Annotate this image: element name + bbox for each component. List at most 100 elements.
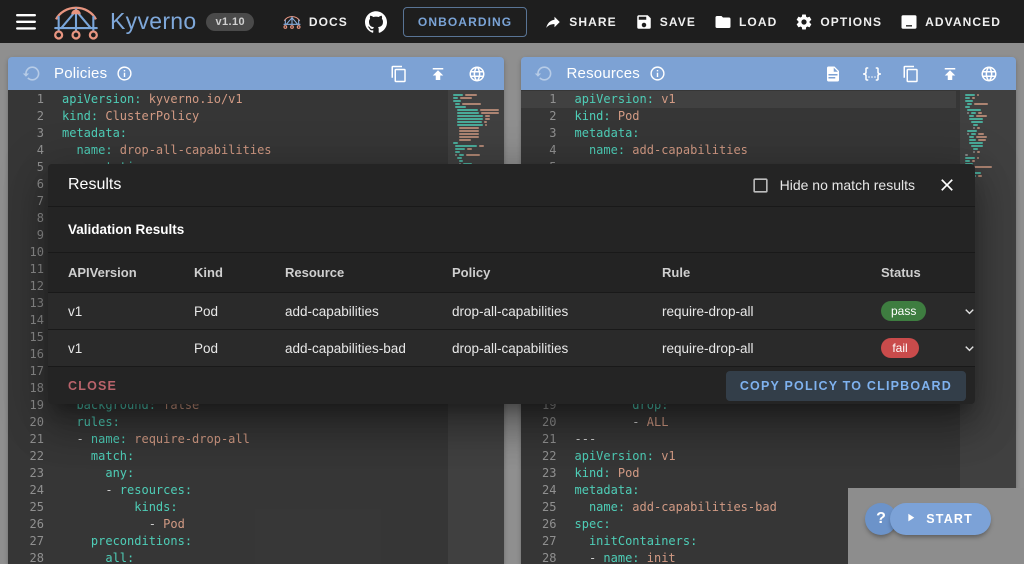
- policies-panel-header: Policies: [8, 57, 504, 90]
- code-text: - ALL: [575, 414, 669, 431]
- options-label: OPTIONS: [820, 15, 882, 29]
- code-line: 1apiVersion: kyverno.io/v1: [8, 91, 444, 108]
- load-button[interactable]: LOAD: [705, 6, 786, 38]
- line-number: 14: [8, 312, 44, 329]
- line-number: 2: [8, 108, 44, 125]
- line-number: 26: [521, 516, 557, 533]
- globe-icon[interactable]: [976, 61, 1002, 87]
- code-line: 24 - resources:: [8, 482, 444, 499]
- code-line: 20 - ALL: [521, 414, 957, 431]
- line-number: 5: [8, 159, 44, 176]
- line-number: 20: [521, 414, 557, 431]
- column-header: Resource: [285, 265, 452, 280]
- line-number: 4: [521, 142, 557, 159]
- chevron-down-icon[interactable]: [961, 340, 994, 357]
- line-number: 22: [8, 448, 44, 465]
- close-button[interactable]: CLOSE: [56, 371, 129, 401]
- cell-policy: drop-all-capabilities: [452, 304, 662, 319]
- line-number: 23: [8, 465, 44, 482]
- code-line: 21---: [521, 431, 957, 448]
- line-number: 26: [8, 516, 44, 533]
- code-line: 3metadata:: [521, 125, 957, 142]
- upload-icon[interactable]: [425, 61, 451, 87]
- code-text: - name: init: [575, 550, 676, 564]
- code-text: preconditions:: [62, 533, 192, 550]
- line-number: 10: [8, 244, 44, 261]
- globe-icon[interactable]: [464, 61, 490, 87]
- advanced-label: ADVANCED: [925, 15, 1001, 29]
- line-number: 3: [521, 125, 557, 142]
- line-number: 6: [8, 176, 44, 193]
- save-button[interactable]: SAVE: [626, 6, 705, 38]
- code-text: kinds:: [62, 499, 178, 516]
- line-number: 21: [8, 431, 44, 448]
- cell-resource: add-capabilities: [285, 304, 452, 319]
- result-row[interactable]: v1Podadd-capabilitiesdrop-all-capabiliti…: [48, 293, 975, 329]
- policies-title: Policies: [54, 65, 107, 82]
- line-number: 20: [8, 414, 44, 431]
- onboarding-label: ONBOARDING: [418, 15, 512, 29]
- copy-policy-button[interactable]: COPY POLICY TO CLIPBOARD: [726, 371, 966, 401]
- file-document-icon[interactable]: [820, 61, 846, 87]
- line-number: 4: [8, 142, 44, 159]
- code-text: - resources:: [62, 482, 192, 499]
- code-text: name: add-capabilities-bad: [575, 499, 777, 516]
- line-number: 15: [8, 329, 44, 346]
- code-text: kind: Pod: [575, 465, 640, 482]
- status-badge: pass: [881, 301, 926, 321]
- line-number: 25: [521, 499, 557, 516]
- share-label: SHARE: [569, 15, 617, 29]
- options-button[interactable]: OPTIONS: [786, 6, 891, 38]
- info-icon[interactable]: [644, 61, 670, 87]
- code-text: metadata:: [62, 125, 127, 142]
- line-number: 12: [8, 278, 44, 295]
- play-icon: [904, 511, 917, 527]
- column-header: Policy: [452, 265, 662, 280]
- code-json-icon[interactable]: [859, 61, 885, 87]
- github-button[interactable]: [357, 4, 395, 40]
- line-number: 27: [8, 533, 44, 550]
- cell-apiversion: v1: [68, 304, 194, 319]
- restore-icon[interactable]: [18, 61, 44, 87]
- docs-button[interactable]: DOCS: [273, 7, 357, 37]
- code-line: 4 name: add-capabilities: [521, 142, 957, 159]
- start-label: START: [926, 512, 973, 526]
- chevron-down-icon[interactable]: [961, 303, 994, 320]
- line-number: 1: [521, 91, 557, 108]
- line-number: 25: [8, 499, 44, 516]
- upload-icon[interactable]: [937, 61, 963, 87]
- restore-icon[interactable]: [531, 61, 557, 87]
- advanced-button[interactable]: ADVANCED: [891, 6, 1010, 38]
- code-text: rules:: [62, 414, 120, 431]
- copy-icon[interactable]: [386, 61, 412, 87]
- line-number: 2: [521, 108, 557, 125]
- modal-footer: CLOSE COPY POLICY TO CLIPBOARD: [48, 367, 975, 404]
- version-badge: v1.10: [206, 13, 254, 31]
- code-text: all:: [62, 550, 134, 564]
- load-label: LOAD: [739, 15, 777, 29]
- code-text: - name: require-drop-all: [62, 431, 250, 448]
- code-line: 4 name: drop-all-capabilities: [8, 142, 444, 159]
- checkbox-blank-icon: [751, 176, 770, 195]
- start-button[interactable]: START: [890, 503, 991, 535]
- column-header: Kind: [194, 265, 285, 280]
- folder-icon: [714, 13, 732, 31]
- line-number: 7: [8, 193, 44, 210]
- close-icon[interactable]: [935, 173, 959, 197]
- copy-icon[interactable]: [898, 61, 924, 87]
- modal-header: Results Hide no match results: [48, 164, 975, 206]
- hide-no-match-checkbox[interactable]: Hide no match results: [751, 176, 915, 195]
- code-text: kind: Pod: [575, 108, 640, 125]
- line-number: 16: [8, 346, 44, 363]
- result-row[interactable]: v1Podadd-capabilities-baddrop-all-capabi…: [48, 330, 975, 366]
- onboarding-button[interactable]: ONBOARDING: [403, 7, 527, 37]
- resources-panel-header: Resources: [521, 57, 1017, 90]
- share-button[interactable]: SHARE: [535, 6, 626, 38]
- menu-icon[interactable]: [12, 8, 40, 36]
- docs-icon: [282, 14, 302, 30]
- app-header: Kyverno v1.10 DOCS ONBOARDING: [0, 0, 1024, 43]
- code-text: metadata:: [575, 482, 640, 499]
- code-text: name: drop-all-capabilities: [62, 142, 272, 159]
- save-label: SAVE: [660, 15, 696, 29]
- info-icon[interactable]: [111, 61, 137, 87]
